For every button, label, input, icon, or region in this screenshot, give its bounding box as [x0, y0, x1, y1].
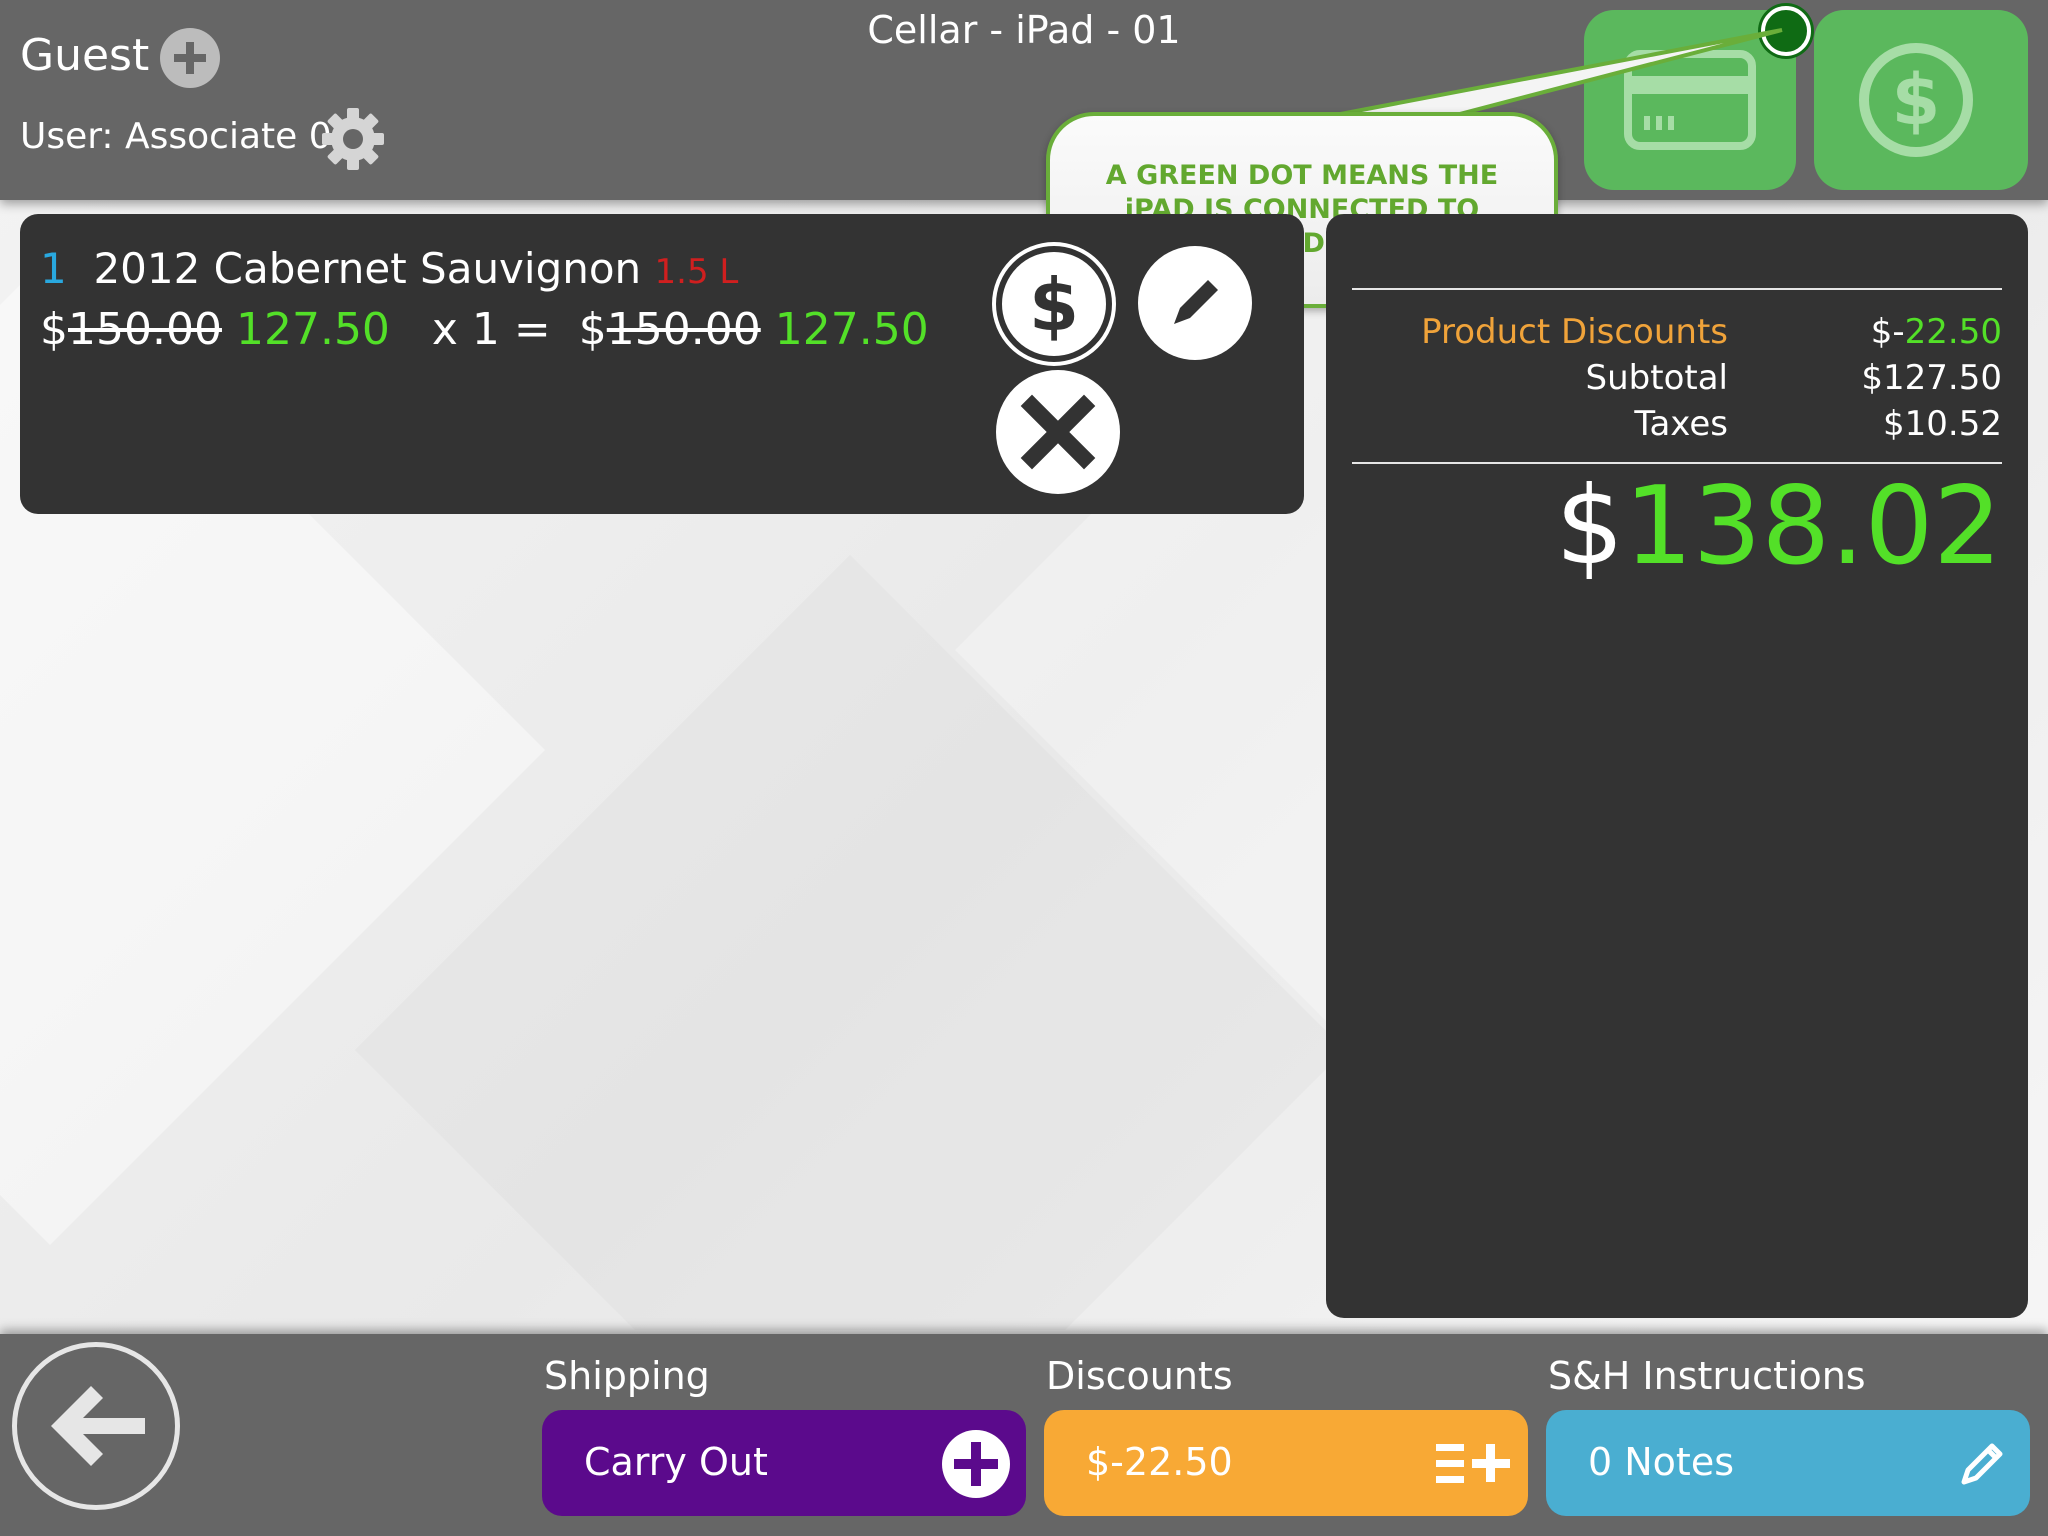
notes-button[interactable]: 0 Notes: [1546, 1410, 2030, 1516]
bottom-bar: Shipping Carry Out Discounts $-22.50 S&H…: [0, 1334, 2048, 1536]
grand-total-value: 138.02: [1624, 464, 2002, 589]
product-discounts-amount: 22.50: [1904, 312, 2002, 352]
user-label: User: Associate 01: [20, 116, 355, 157]
subtotal-row: Subtotal $127.50: [1352, 358, 2002, 402]
item-original-total: 150.00: [606, 304, 761, 355]
remove-item-button[interactable]: [996, 370, 1120, 494]
gear-icon[interactable]: [320, 106, 386, 172]
item-sale-total: 127.50: [774, 304, 929, 355]
item-name: 2012 Cabernet Sauvignon: [93, 244, 642, 293]
item-quantity: 1: [40, 244, 67, 293]
pencil-icon: [1961, 1443, 2003, 1485]
plus-circle-icon: [942, 1430, 1010, 1498]
card-reader-status-dot: [1761, 6, 1811, 56]
grand-currency: $: [1555, 464, 1625, 589]
product-discounts-row: Product Discounts $-22.50: [1352, 312, 2002, 356]
svg-text:$: $: [1029, 264, 1079, 344]
item-title-line: 1 2012 Cabernet Sauvignon 1.5 L: [40, 244, 738, 293]
taxes-label: Taxes: [1634, 404, 1728, 444]
item-price-line: $150.00 127.50 x 1 = $150.00 127.50: [40, 304, 929, 355]
edit-item-button[interactable]: [1138, 246, 1252, 360]
arrow-left-icon: [51, 1386, 145, 1466]
order-totals-panel: Product Discounts $-22.50 Subtotal $127.…: [1326, 214, 2028, 1318]
instructions-label: S&H Instructions: [1548, 1354, 1866, 1398]
discounts-label: Discounts: [1046, 1354, 1233, 1398]
item-size: 1.5 L: [654, 252, 739, 292]
notes-value: 0 Notes: [1588, 1440, 1735, 1484]
shipping-label: Shipping: [544, 1354, 710, 1398]
price-override-button[interactable]: $: [996, 246, 1112, 362]
list-add-icon: [1436, 1444, 1510, 1483]
taxes-row: Taxes $10.52: [1352, 404, 2002, 448]
currency-symbol: $: [578, 304, 607, 355]
top-bar: Guest User: Associate 01 Cellar - iPad -…: [0, 0, 2048, 200]
dollar-icon: $: [1029, 264, 1079, 344]
subtotal-value: $127.50: [1861, 358, 2002, 398]
close-icon: [1020, 394, 1096, 470]
currency-symbol: $: [40, 304, 68, 355]
pencil-icon: [1174, 280, 1218, 324]
back-button[interactable]: [12, 1342, 180, 1510]
cart-item-card[interactable]: 1 2012 Cabernet Sauvignon 1.5 L $150.00 …: [20, 214, 1304, 514]
discounts-button[interactable]: $-22.50: [1044, 1410, 1528, 1516]
product-discounts-prefix: $-: [1870, 312, 1905, 352]
taxes-value: $10.52: [1883, 404, 2002, 444]
item-multiplier: x 1 =: [431, 304, 551, 355]
product-discounts-label: Product Discounts: [1421, 312, 1728, 352]
cash-payment-button[interactable]: $: [1814, 10, 2028, 190]
item-sale-price: 127.50: [235, 304, 390, 355]
subtotal-label: Subtotal: [1585, 358, 1728, 398]
product-discounts-value: $-22.50: [1871, 312, 2002, 352]
dollar-circle-icon: $: [1859, 43, 1973, 157]
shipping-value: Carry Out: [584, 1440, 768, 1484]
shipping-button[interactable]: Carry Out: [542, 1410, 1026, 1516]
totals-divider: [1352, 288, 2002, 290]
discounts-value: $-22.50: [1086, 1440, 1233, 1484]
svg-text:$: $: [1892, 59, 1941, 141]
item-original-price: 150.00: [68, 304, 222, 355]
grand-total: $138.02: [1555, 464, 2002, 589]
